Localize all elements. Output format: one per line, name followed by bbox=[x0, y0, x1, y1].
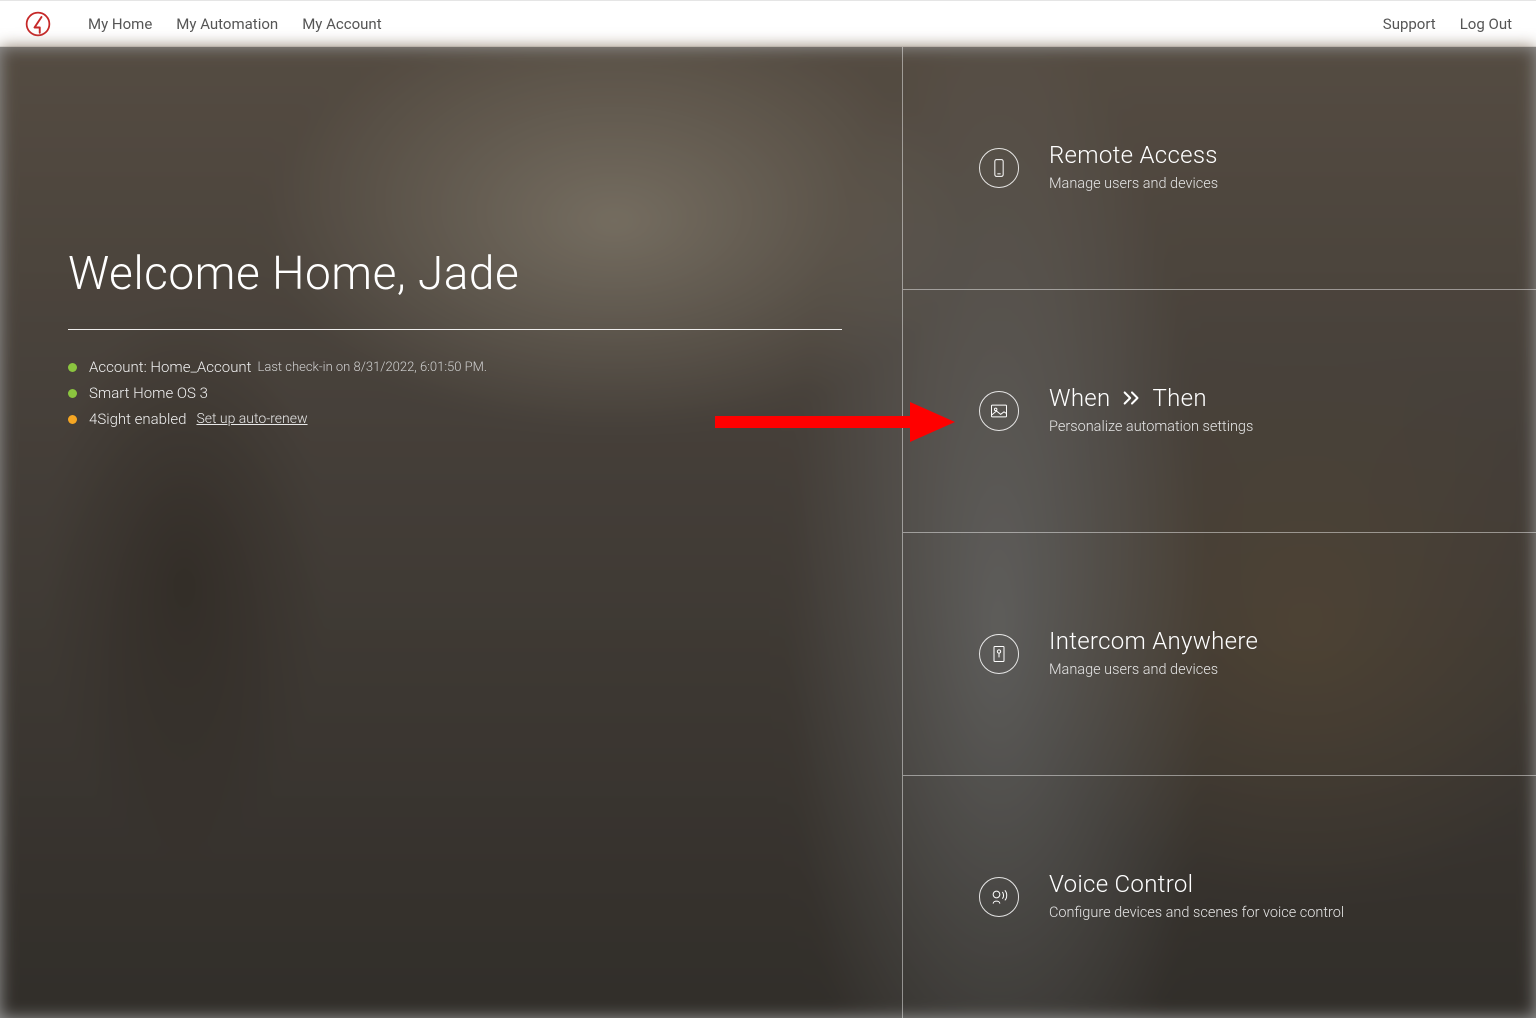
card-subtitle: Configure devices and scenes for voice c… bbox=[1049, 902, 1344, 924]
status-label: 4Sight enabled bbox=[89, 410, 186, 428]
nav-link-logout[interactable]: Log Out bbox=[1460, 15, 1512, 33]
card-remote-access[interactable]: Remote Access Manage users and devices bbox=[903, 47, 1536, 290]
status-list: Account: Home_Account Last check-in on 8… bbox=[68, 358, 842, 428]
voice-icon bbox=[979, 877, 1019, 917]
card-subtitle: Personalize automation settings bbox=[1049, 416, 1253, 438]
nav-link-my-account[interactable]: My Account bbox=[302, 15, 381, 33]
status-item-os: Smart Home OS 3 bbox=[68, 384, 842, 402]
status-dot-icon bbox=[68, 389, 77, 398]
status-label: Smart Home OS 3 bbox=[89, 384, 208, 402]
card-title: Intercom Anywhere bbox=[1049, 627, 1258, 655]
phone-icon bbox=[979, 148, 1019, 188]
nav-link-my-home[interactable]: My Home bbox=[88, 15, 152, 33]
status-dot-icon bbox=[68, 363, 77, 372]
auto-renew-link[interactable]: Set up auto-renew bbox=[196, 411, 307, 427]
status-subtext: Last check-in on 8/31/2022, 6:01:50 PM. bbox=[258, 360, 488, 375]
card-when-then[interactable]: When Then Personalize automation setting… bbox=[903, 290, 1536, 533]
welcome-panel: Welcome Home, Jade Account: Home_Account… bbox=[0, 47, 902, 1018]
card-voice-control[interactable]: Voice Control Configure devices and scen… bbox=[903, 776, 1536, 1018]
welcome-title: Welcome Home, Jade bbox=[68, 247, 842, 330]
status-label: Account: Home_Account bbox=[89, 358, 252, 376]
top-nav: My Home My Automation My Account Support… bbox=[0, 0, 1536, 47]
picture-icon bbox=[979, 391, 1019, 431]
nav-link-support[interactable]: Support bbox=[1383, 15, 1436, 33]
card-title: Remote Access bbox=[1049, 141, 1218, 169]
action-cards: Remote Access Manage users and devices W… bbox=[902, 47, 1536, 1018]
nav-link-my-automation[interactable]: My Automation bbox=[176, 15, 278, 33]
card-title: When Then bbox=[1049, 384, 1253, 412]
status-item-4sight: 4Sight enabled Set up auto-renew bbox=[68, 410, 842, 428]
card-intercom-anywhere[interactable]: Intercom Anywhere Manage users and devic… bbox=[903, 533, 1536, 776]
card-subtitle: Manage users and devices bbox=[1049, 173, 1218, 195]
status-item-account: Account: Home_Account Last check-in on 8… bbox=[68, 358, 842, 376]
status-dot-icon bbox=[68, 415, 77, 424]
nav-right: Support Log Out bbox=[1383, 15, 1512, 33]
card-subtitle: Manage users and devices bbox=[1049, 659, 1258, 681]
door-icon bbox=[979, 634, 1019, 674]
chevron-double-right-icon bbox=[1121, 389, 1143, 407]
brand-logo-icon[interactable] bbox=[24, 10, 52, 38]
card-title: Voice Control bbox=[1049, 870, 1344, 898]
main-content: Welcome Home, Jade Account: Home_Account… bbox=[0, 47, 1536, 1018]
nav-left: My Home My Automation My Account bbox=[24, 10, 382, 38]
